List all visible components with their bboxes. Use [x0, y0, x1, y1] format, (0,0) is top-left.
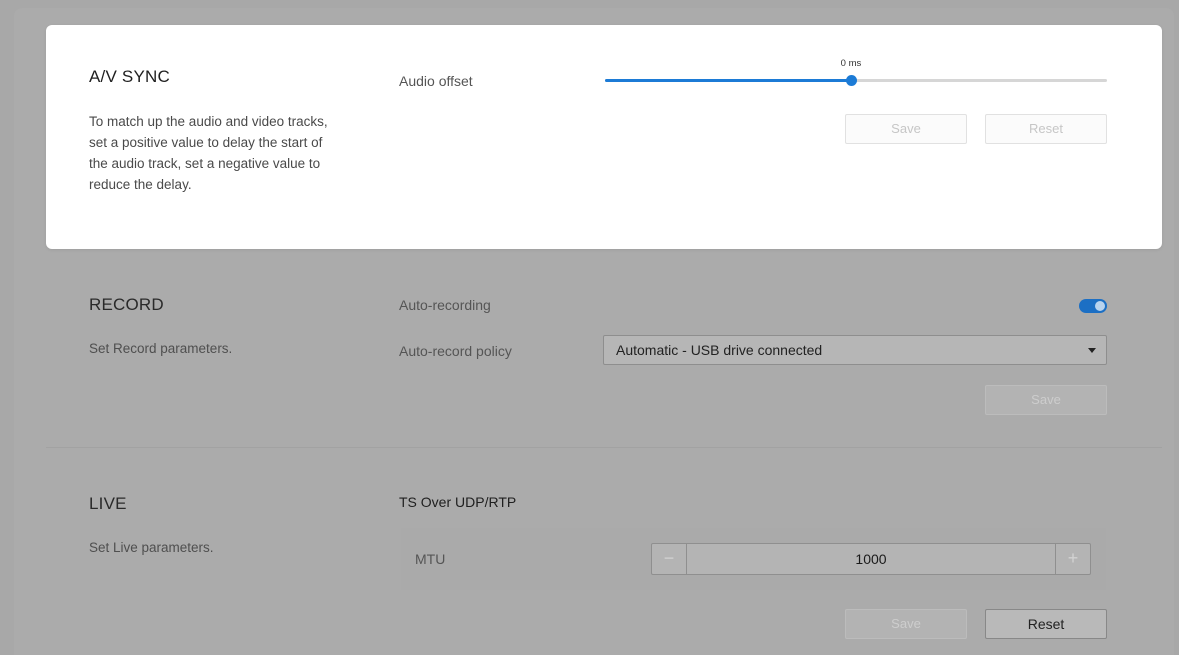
mtu-value[interactable]: 1000	[687, 544, 1055, 574]
auto-recording-toggle[interactable]	[1079, 299, 1107, 313]
slider-value: 0 ms	[840, 58, 862, 69]
decrement-button[interactable]: −	[652, 544, 687, 574]
protocol-heading: TS Over UDP/RTP	[399, 494, 517, 510]
av-sync-description: To match up the audio and video tracks, …	[89, 114, 328, 192]
audio-offset-label: Audio offset	[399, 73, 473, 89]
record-description: Set Record parameters.	[89, 341, 233, 356]
live-title: LIVE	[89, 494, 127, 513]
auto-record-policy-label: Auto-record policy	[399, 343, 512, 359]
slider-thumb[interactable]	[845, 75, 857, 86]
audio-offset-slider[interactable]: 0 ms	[605, 58, 1107, 86]
live-save-button[interactable]: Save	[845, 609, 967, 639]
record-section: RECORD Set Record parameters. Auto-recor…	[46, 249, 1162, 447]
increment-button[interactable]: +	[1055, 544, 1090, 574]
av-sync-reset-button[interactable]: Reset	[985, 114, 1107, 144]
auto-record-policy-select[interactable]: Automatic - USB drive connected	[603, 335, 1107, 365]
auto-recording-label: Auto-recording	[399, 297, 491, 313]
slider-fill	[605, 79, 851, 82]
av-sync-save-button[interactable]: Save	[845, 114, 967, 144]
record-save-button[interactable]: Save	[985, 385, 1107, 415]
av-sync-title: A/V SYNC	[89, 67, 170, 86]
mtu-label: MTU	[415, 551, 446, 567]
auto-record-policy-value: Automatic - USB drive connected	[616, 342, 823, 358]
mtu-stepper[interactable]: − 1000 +	[651, 543, 1091, 575]
av-sync-section: A/V SYNC To match up the audio and video…	[46, 25, 1162, 249]
live-description: Set Live parameters.	[89, 540, 214, 555]
mtu-row: MTU − 1000 +	[401, 528, 1106, 590]
chevron-down-icon	[1088, 348, 1096, 353]
record-title: RECORD	[89, 295, 164, 314]
toggle-knob	[1095, 301, 1105, 311]
live-reset-button[interactable]: Reset	[985, 609, 1107, 639]
